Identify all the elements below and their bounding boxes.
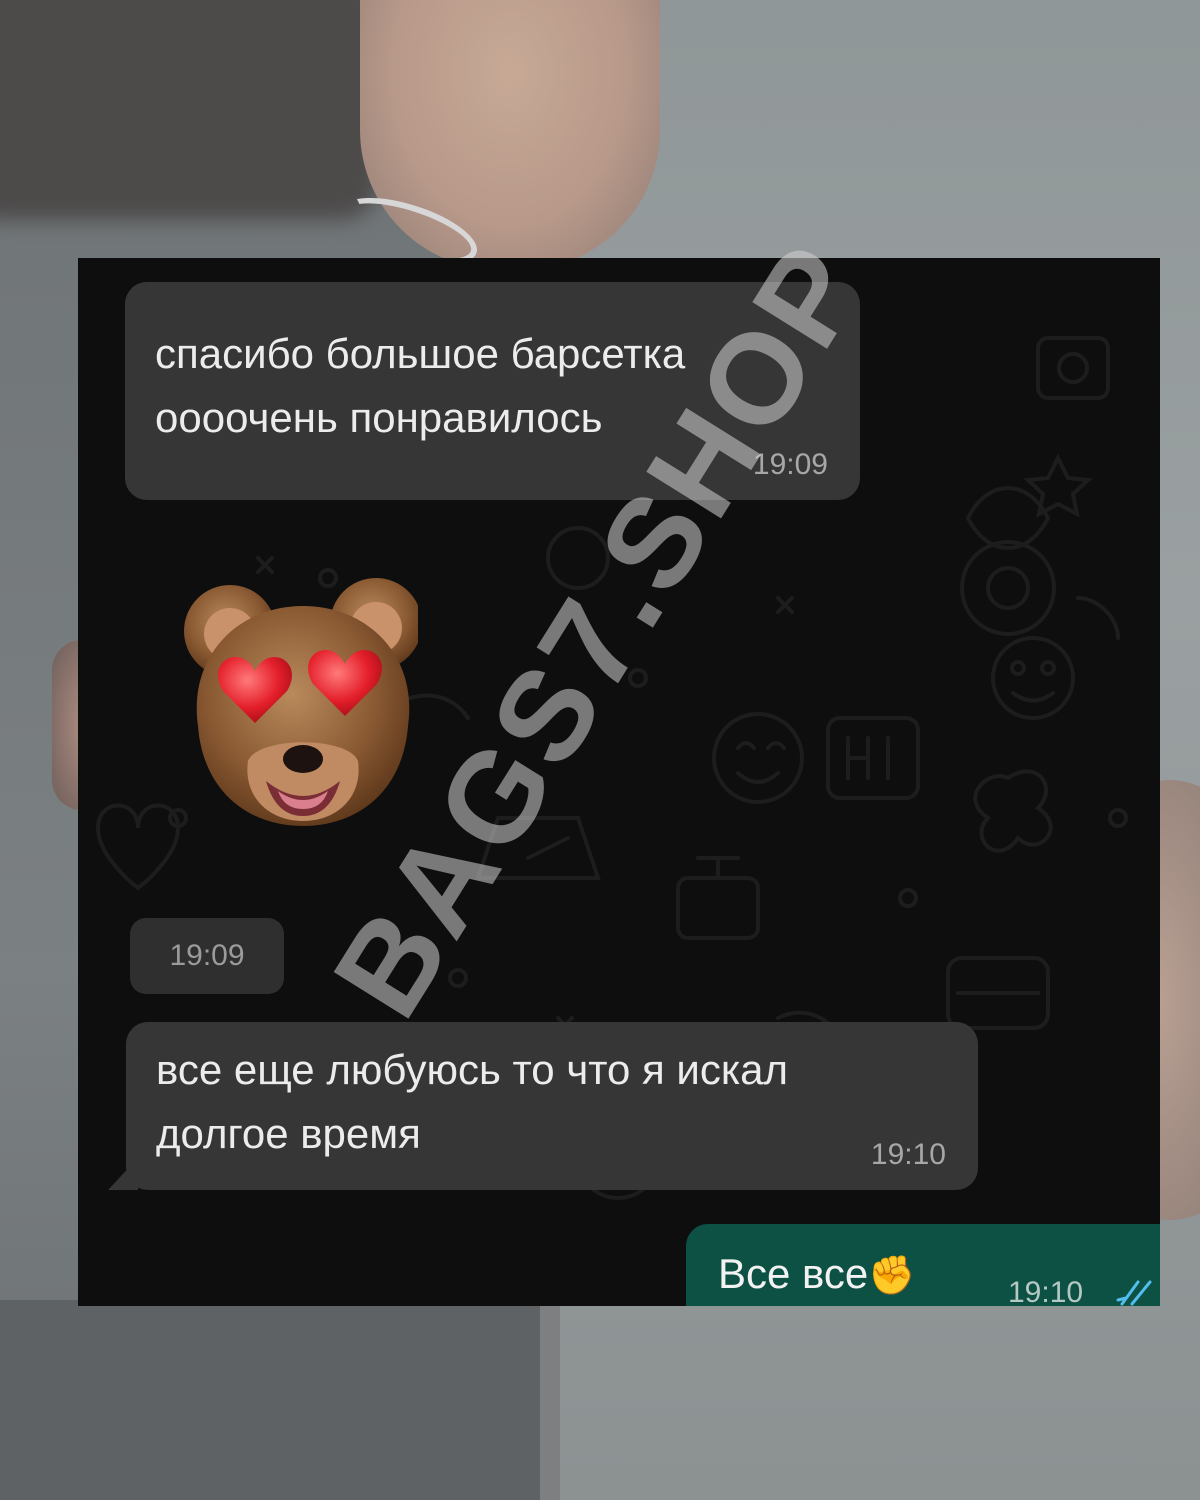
background-shadow: [0, 0, 380, 220]
bubble-tail: [108, 1158, 138, 1190]
background-jeans: [0, 1300, 540, 1500]
read-double-check-icon: [1116, 1280, 1152, 1306]
raised-fist-icon: ✊: [868, 1255, 916, 1297]
message-text-line: долгое время: [156, 1110, 421, 1157]
incoming-message-2[interactable]: все еще любуюсь то что я искал долгое вр…: [126, 1022, 978, 1190]
message-text-line: все еще любуюсь то что я искал: [156, 1046, 789, 1093]
message-time: 19:10: [870, 1138, 946, 1171]
chat-screenshot: спасибо большое барсетка оооочень понрав…: [78, 258, 1160, 1306]
message-text: Все все: [718, 1250, 869, 1297]
incoming-message-1[interactable]: спасибо большое барсетка оооочень понрав…: [125, 282, 860, 500]
sticker-time: 19:09: [130, 918, 284, 994]
outgoing-message[interactable]: Все все✊ 19:10: [686, 1224, 1160, 1306]
bear-heart-eyes-icon[interactable]: [178, 576, 418, 836]
message-text-line: оооочень понравилось: [155, 394, 603, 441]
message-time: 19:10: [1008, 1276, 1084, 1306]
message-time: 19:09: [752, 448, 828, 481]
message-text-line: спасибо большое барсетка: [155, 330, 686, 377]
